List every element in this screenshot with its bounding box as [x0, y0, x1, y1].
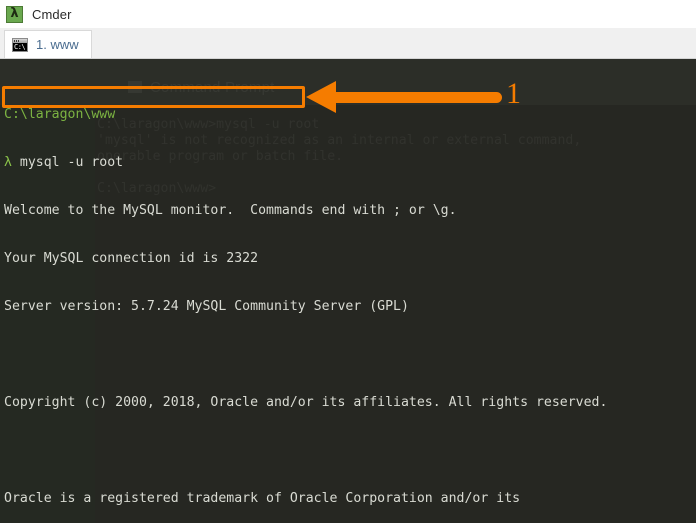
console-icon-text: C:\ — [14, 42, 26, 51]
window-title: Cmder — [32, 6, 72, 22]
command-text — [12, 155, 20, 170]
tab-1-www[interactable]: C:\ 1. www — [4, 30, 92, 58]
output-line: Welcome to the MySQL monitor. Commands e… — [4, 203, 457, 218]
title-bar: λ Cmder — [0, 0, 696, 28]
output-line: Server version: 5.7.24 MySQL Community S… — [4, 299, 409, 314]
terminal-surface[interactable]: Command Prompt C:\laragon\www>mysql -u r… — [0, 59, 696, 523]
console-icon: C:\ — [12, 37, 28, 52]
output-line: Your MySQL connection id is 2322 — [4, 251, 259, 266]
tab-label: 1. www — [36, 37, 79, 52]
command-value: mysql -u root — [19, 155, 124, 170]
terminal-output: C:\laragon\www λ mysql -u root Welcome t… — [4, 75, 623, 523]
callout-number: 1 — [506, 77, 521, 110]
tab-strip: C:\ 1. www — [0, 28, 696, 59]
prompt-path: C:\laragon\www — [4, 107, 116, 122]
console-icon-dots — [14, 39, 19, 42]
cmder-window: λ Cmder C:\ 1. www Command Prompt C:\lar… — [0, 0, 696, 523]
output-line: Oracle is a registered trademark of Orac… — [4, 491, 521, 506]
prompt-lambda: λ — [4, 155, 12, 170]
command-line: λ mysql -u root — [4, 155, 623, 171]
output-line: Copyright (c) 2000, 2018, Oracle and/or … — [4, 395, 608, 410]
lambda-glyph: λ — [10, 5, 19, 21]
lambda-icon: λ — [6, 5, 23, 23]
